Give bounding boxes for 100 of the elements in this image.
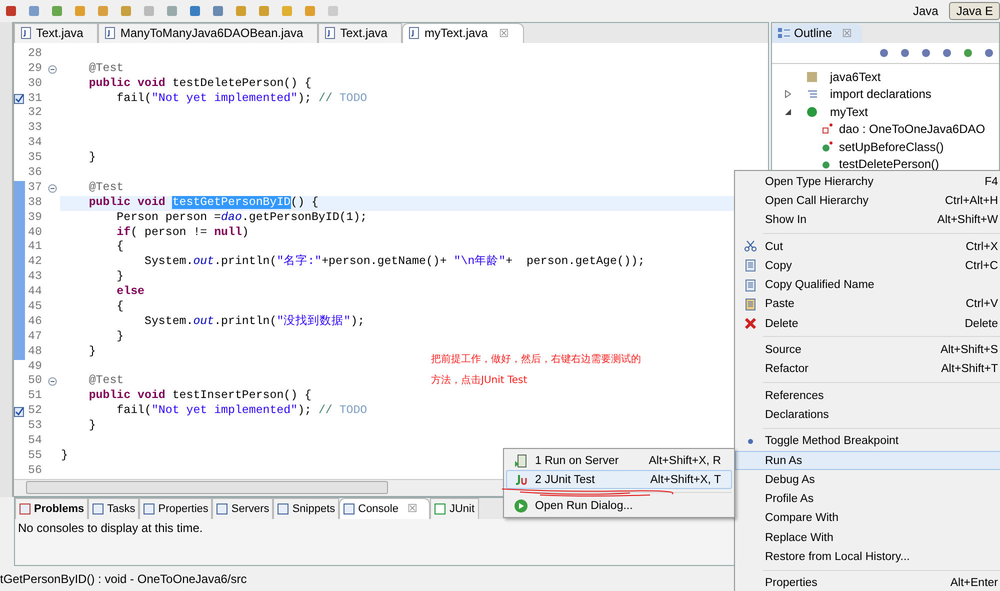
outline-toolbar-icon[interactable] xyxy=(983,46,995,59)
toolbar-icon[interactable] xyxy=(303,4,317,18)
close-icon[interactable]: ☒ xyxy=(498,26,509,40)
code-line: } xyxy=(116,330,124,345)
outline-toolbar-icon[interactable] xyxy=(941,46,953,59)
toolbar-icon[interactable] xyxy=(4,4,18,18)
menu-item[interactable]: Run As xyxy=(735,450,1000,470)
tree-toggle-icon[interactable] xyxy=(784,90,792,98)
toolbar-icon[interactable] xyxy=(188,4,202,18)
code-line: fail("Not yet implemented"); // TODO xyxy=(116,92,368,106)
menu-item[interactable]: Delete Delete xyxy=(735,314,1000,334)
outline-item[interactable]: testDeletePerson() xyxy=(839,157,940,172)
outline-toolbar-icon[interactable] xyxy=(962,46,974,59)
line-number: 51 xyxy=(27,389,43,404)
menu-item[interactable]: Source Alt+Shift+S xyxy=(735,340,1000,360)
editor-tab[interactable]: Text.java xyxy=(318,22,402,43)
line-number: 42 xyxy=(27,255,43,270)
editor-tab[interactable]: Text.java xyxy=(14,22,98,43)
annotation-note: 把前提工作，做好，然后，右键右边需要测试的 xyxy=(431,352,641,367)
fold-icon[interactable] xyxy=(48,64,57,74)
outline-item[interactable]: myText xyxy=(830,104,868,119)
toolbar-icon[interactable] xyxy=(234,4,248,18)
menu-item[interactable]: Toggle Method Breakpoint xyxy=(735,432,1000,451)
line-number: 50 xyxy=(27,374,43,390)
menu-item[interactable]: Refactor Alt+Shift+T xyxy=(735,360,1000,379)
fold-icon[interactable] xyxy=(48,184,57,193)
menu-item[interactable]: Cut Ctrl+X xyxy=(735,236,1000,256)
line-number: 52 xyxy=(27,404,43,420)
java-file-icon xyxy=(105,27,116,40)
code-line: fail("Not yet implemented"); // TODO xyxy=(116,404,368,420)
toolbar-icon[interactable] xyxy=(165,4,179,18)
toolbar-icon[interactable] xyxy=(257,4,271,18)
outline-item[interactable]: import declarations xyxy=(830,87,932,102)
view-tab[interactable]: Tasks xyxy=(88,498,140,519)
code-line: } xyxy=(88,344,96,360)
view-tab[interactable]: Snippets xyxy=(273,498,340,519)
view-tab[interactable]: Servers xyxy=(212,498,274,519)
menu-item[interactable]: Paste Ctrl+V xyxy=(735,294,1000,314)
outline-item[interactable]: dao : OneToOneJava6DAO xyxy=(839,122,986,136)
outline-item[interactable]: java6Text xyxy=(830,70,881,84)
line-number: 56 xyxy=(27,464,43,479)
perspective-tab[interactable]: Java E xyxy=(949,2,1000,20)
menu-item[interactable]: Properties Alt+Enter xyxy=(735,574,1000,591)
line-number: 29 xyxy=(27,62,43,77)
editor-tab[interactable]: ManyToManyJava6DAOBean.java xyxy=(98,22,318,43)
menu-item[interactable]: Declarations xyxy=(735,405,1000,425)
toolbar-icon[interactable] xyxy=(50,4,64,18)
line-number: 39 xyxy=(27,210,43,226)
menu-item[interactable]: Show In Alt+Shift+W xyxy=(735,210,1000,230)
close-icon[interactable]: ☒ xyxy=(407,502,418,516)
line-number: 49 xyxy=(27,360,43,374)
editor-tab[interactable]: myText.java ☒ xyxy=(402,22,524,43)
java-file-icon xyxy=(21,27,31,40)
line-number: 53 xyxy=(27,419,43,434)
outline-tab[interactable]: Outline ☒ xyxy=(772,24,862,43)
menu-item[interactable]: Open Type Hierarchy F4 xyxy=(735,172,1000,192)
code-line: else xyxy=(116,285,144,300)
menu-item[interactable]: 2 JUnit Test Alt+Shift+X, T xyxy=(506,470,732,489)
menu-item[interactable]: Open Run Dialog... xyxy=(506,496,732,515)
menu-item[interactable]: Profile As xyxy=(735,489,1000,509)
tree-toggle-icon[interactable] xyxy=(784,108,792,116)
code-line: public void testDeletePerson() { xyxy=(88,76,312,92)
view-tab[interactable]: Console ☒ xyxy=(339,498,430,519)
toolbar-icon[interactable] xyxy=(96,4,110,18)
menu-item[interactable]: 1 Run on Server Alt+Shift+X, R xyxy=(506,451,732,470)
toolbar-icon[interactable] xyxy=(211,4,225,18)
menu-item[interactable]: Restore from Local History... xyxy=(735,547,1000,567)
toolbar-icon[interactable] xyxy=(27,4,41,18)
menu-item[interactable]: Replace With xyxy=(735,528,1000,548)
code-line: Person person =dao.getPersonByID(1); xyxy=(116,210,368,226)
line-number: 48 xyxy=(27,344,43,360)
line-number: 33 xyxy=(27,121,43,136)
line-number: 32 xyxy=(27,106,43,122)
line-number: 34 xyxy=(27,136,43,152)
toolbar-icon[interactable] xyxy=(119,4,133,18)
fold-icon[interactable] xyxy=(48,377,57,386)
menu-item[interactable]: Debug As xyxy=(735,470,1000,490)
outline-toolbar-icon[interactable] xyxy=(920,46,932,59)
outline-icon xyxy=(778,28,790,39)
code-line: @Test xyxy=(88,374,124,390)
view-tab[interactable]: Problems xyxy=(15,498,88,519)
line-number: 30 xyxy=(27,76,43,92)
code-line: { xyxy=(116,300,124,315)
outline-toolbar-icon[interactable] xyxy=(878,46,890,59)
line-number: 31 xyxy=(27,92,43,106)
menu-item[interactable]: Copy Ctrl+C xyxy=(735,256,1000,276)
toolbar-icon[interactable] xyxy=(73,4,87,18)
view-tab[interactable]: Properties xyxy=(139,498,212,519)
code-line: } xyxy=(60,448,68,464)
line-number: 43 xyxy=(27,270,43,286)
line-number: 44 xyxy=(27,285,43,300)
code-line: @Test xyxy=(88,180,124,196)
outline-toolbar-icon[interactable] xyxy=(899,46,911,59)
menu-item[interactable]: Compare With xyxy=(735,508,1000,528)
outline-item[interactable]: setUpBeforeClass() xyxy=(839,140,944,154)
menu-item[interactable]: References xyxy=(735,386,1000,406)
console-message: No consoles to display at this time. xyxy=(18,520,203,535)
view-tab[interactable]: JUnit xyxy=(430,498,479,519)
menu-item[interactable]: Copy Qualified Name xyxy=(735,275,1000,295)
perspective-tab[interactable]: Java xyxy=(906,2,946,20)
